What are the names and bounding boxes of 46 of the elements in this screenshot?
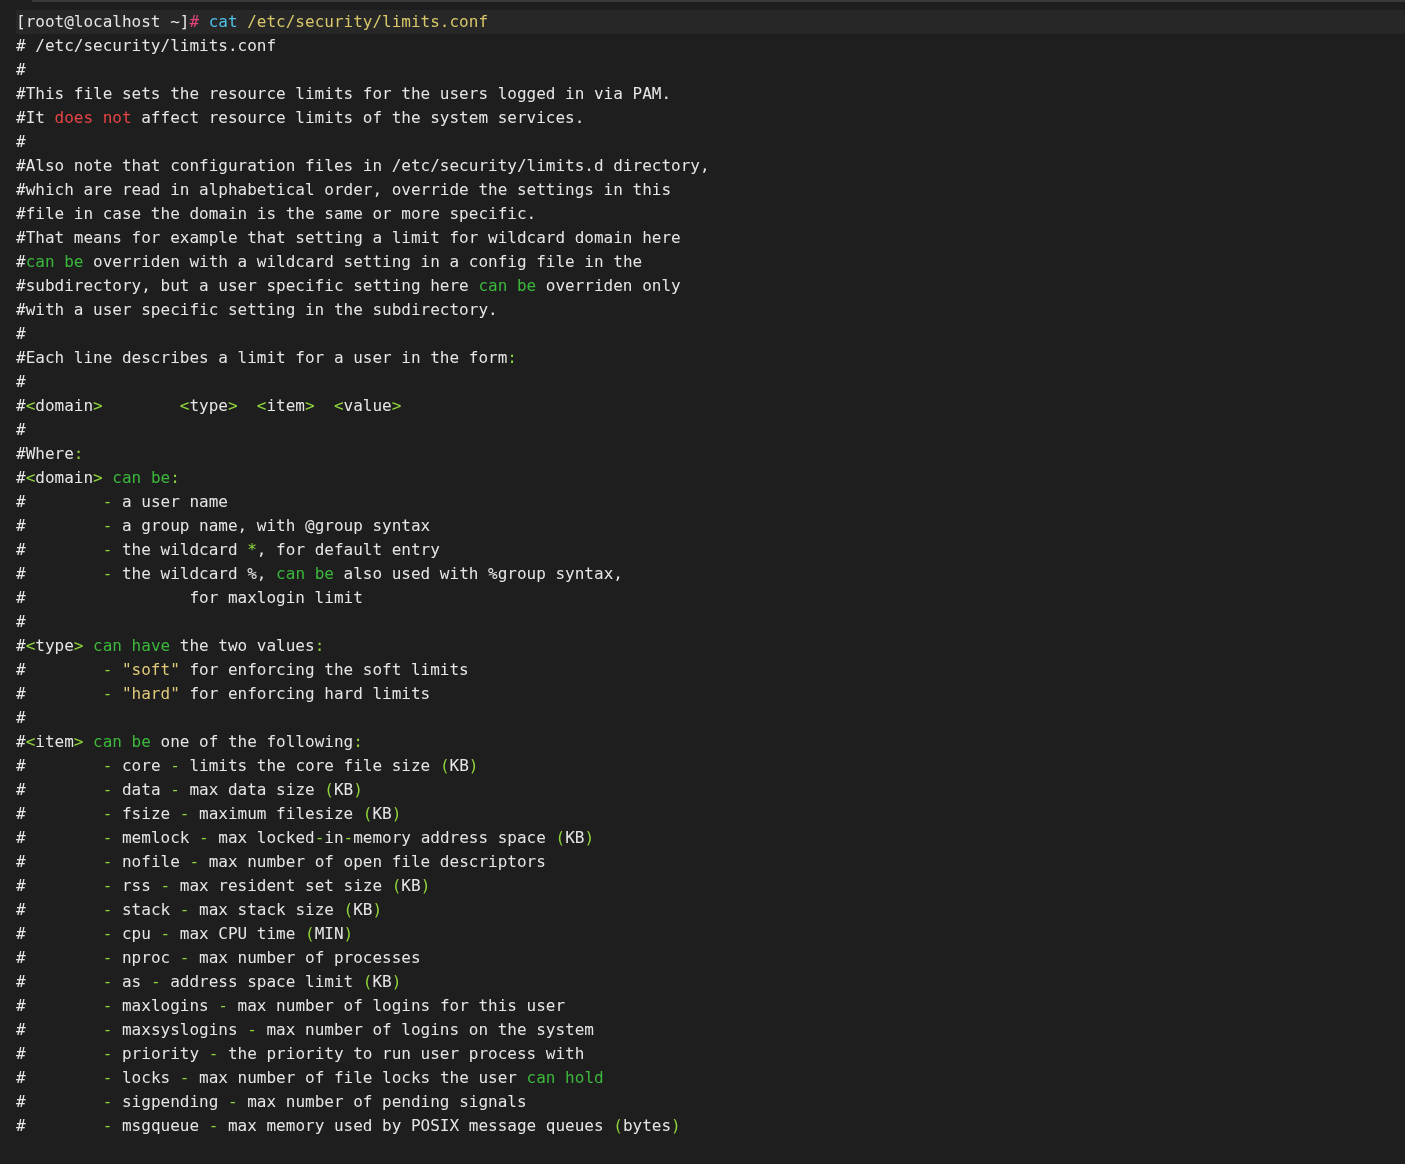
terminal-line: # - maxlogins - max number of logins for this user (16, 995, 566, 1017)
terminal-line: #Each line describes a limit for a user in the form: (16, 347, 517, 369)
terminal-line: # - core - limits the core file size (KB) (16, 755, 479, 777)
terminal-line: #Also note that configuration files in /etc/security/limits.d directory, (16, 155, 710, 177)
terminal-line: # (16, 371, 26, 393)
terminal-line: # (16, 59, 26, 81)
terminal-line: #<type> can have the two values: (16, 635, 325, 657)
terminal-line: # (16, 419, 26, 441)
terminal-line: # - rss - max resident set size (KB) (16, 875, 431, 897)
terminal-line: # for maxlogin limit (16, 587, 363, 609)
terminal-line: # (16, 131, 26, 153)
terminal-line: # - priority - the priority to run user process with (16, 1043, 585, 1065)
terminal-line: #Where: (16, 443, 84, 465)
terminal-line: # - fsize - maximum filesize (KB) (16, 803, 402, 825)
terminal-line: # - cpu - max CPU time (MIN) (16, 923, 354, 945)
terminal-line: # - as - address space limit (KB) (16, 971, 402, 993)
terminal-line: # - "soft" for enforcing the soft limits (16, 659, 469, 681)
terminal-line: # /etc/security/limits.conf (16, 35, 277, 57)
terminal-line: # - memlock - max locked-in-memory address space (KB) (16, 827, 595, 849)
terminal-line: # - the wildcard %, can be also used with %group syntax, (16, 563, 623, 585)
terminal-line: #file in case the domain is the same or more specific. (16, 203, 537, 225)
terminal-line: # - nproc - max number of processes (16, 947, 421, 969)
terminal-line: #<item> can be one of the following: (16, 731, 363, 753)
terminal-line: # - a group name, with @group syntax (16, 515, 431, 537)
terminal-line: # - maxsyslogins - max number of logins on the system (16, 1019, 594, 1041)
terminal-line: # - locks - max number of file locks the user can hold (16, 1067, 604, 1089)
terminal-line: #<domain> <type> <item> <value> (16, 395, 402, 417)
terminal-line: # - sigpending - max number of pending signals (16, 1091, 527, 1113)
terminal-line: # - msgqueue - max memory used by POSIX message queues (bytes) (16, 1115, 681, 1137)
terminal-line: #can be overriden with a wildcard setting in a config file in the (16, 251, 643, 273)
terminal-line: #It does not affect resource limits of the system services. (16, 107, 585, 129)
terminal-line: #with a user specific setting in the subdirectory. (16, 299, 498, 321)
terminal-line: #This file sets the resource limits for the users logged in via PAM. (16, 83, 672, 105)
terminal-line: # - nofile - max number of open file descriptors (16, 851, 546, 873)
terminal-line: # - the wildcard *, for default entry (16, 539, 440, 561)
terminal-line: #<domain> can be: (16, 467, 180, 489)
terminal-line: # - data - max data size (KB) (16, 779, 363, 801)
terminal-line: # - a user name (16, 491, 228, 513)
terminal-line: #That means for example that setting a limit for wildcard domain here (16, 227, 681, 249)
terminal-line: # - "hard" for enforcing hard limits (16, 683, 431, 705)
terminal-line: # (16, 611, 26, 633)
terminal-line: #which are read in alphabetical order, override the settings in this (16, 179, 672, 201)
terminal-line: # - stack - max stack size (KB) (16, 899, 383, 921)
terminal-line: # (16, 707, 26, 729)
terminal-line: # (16, 323, 26, 345)
terminal-line: #subdirectory, but a user specific setting here can be overriden only (16, 275, 681, 297)
